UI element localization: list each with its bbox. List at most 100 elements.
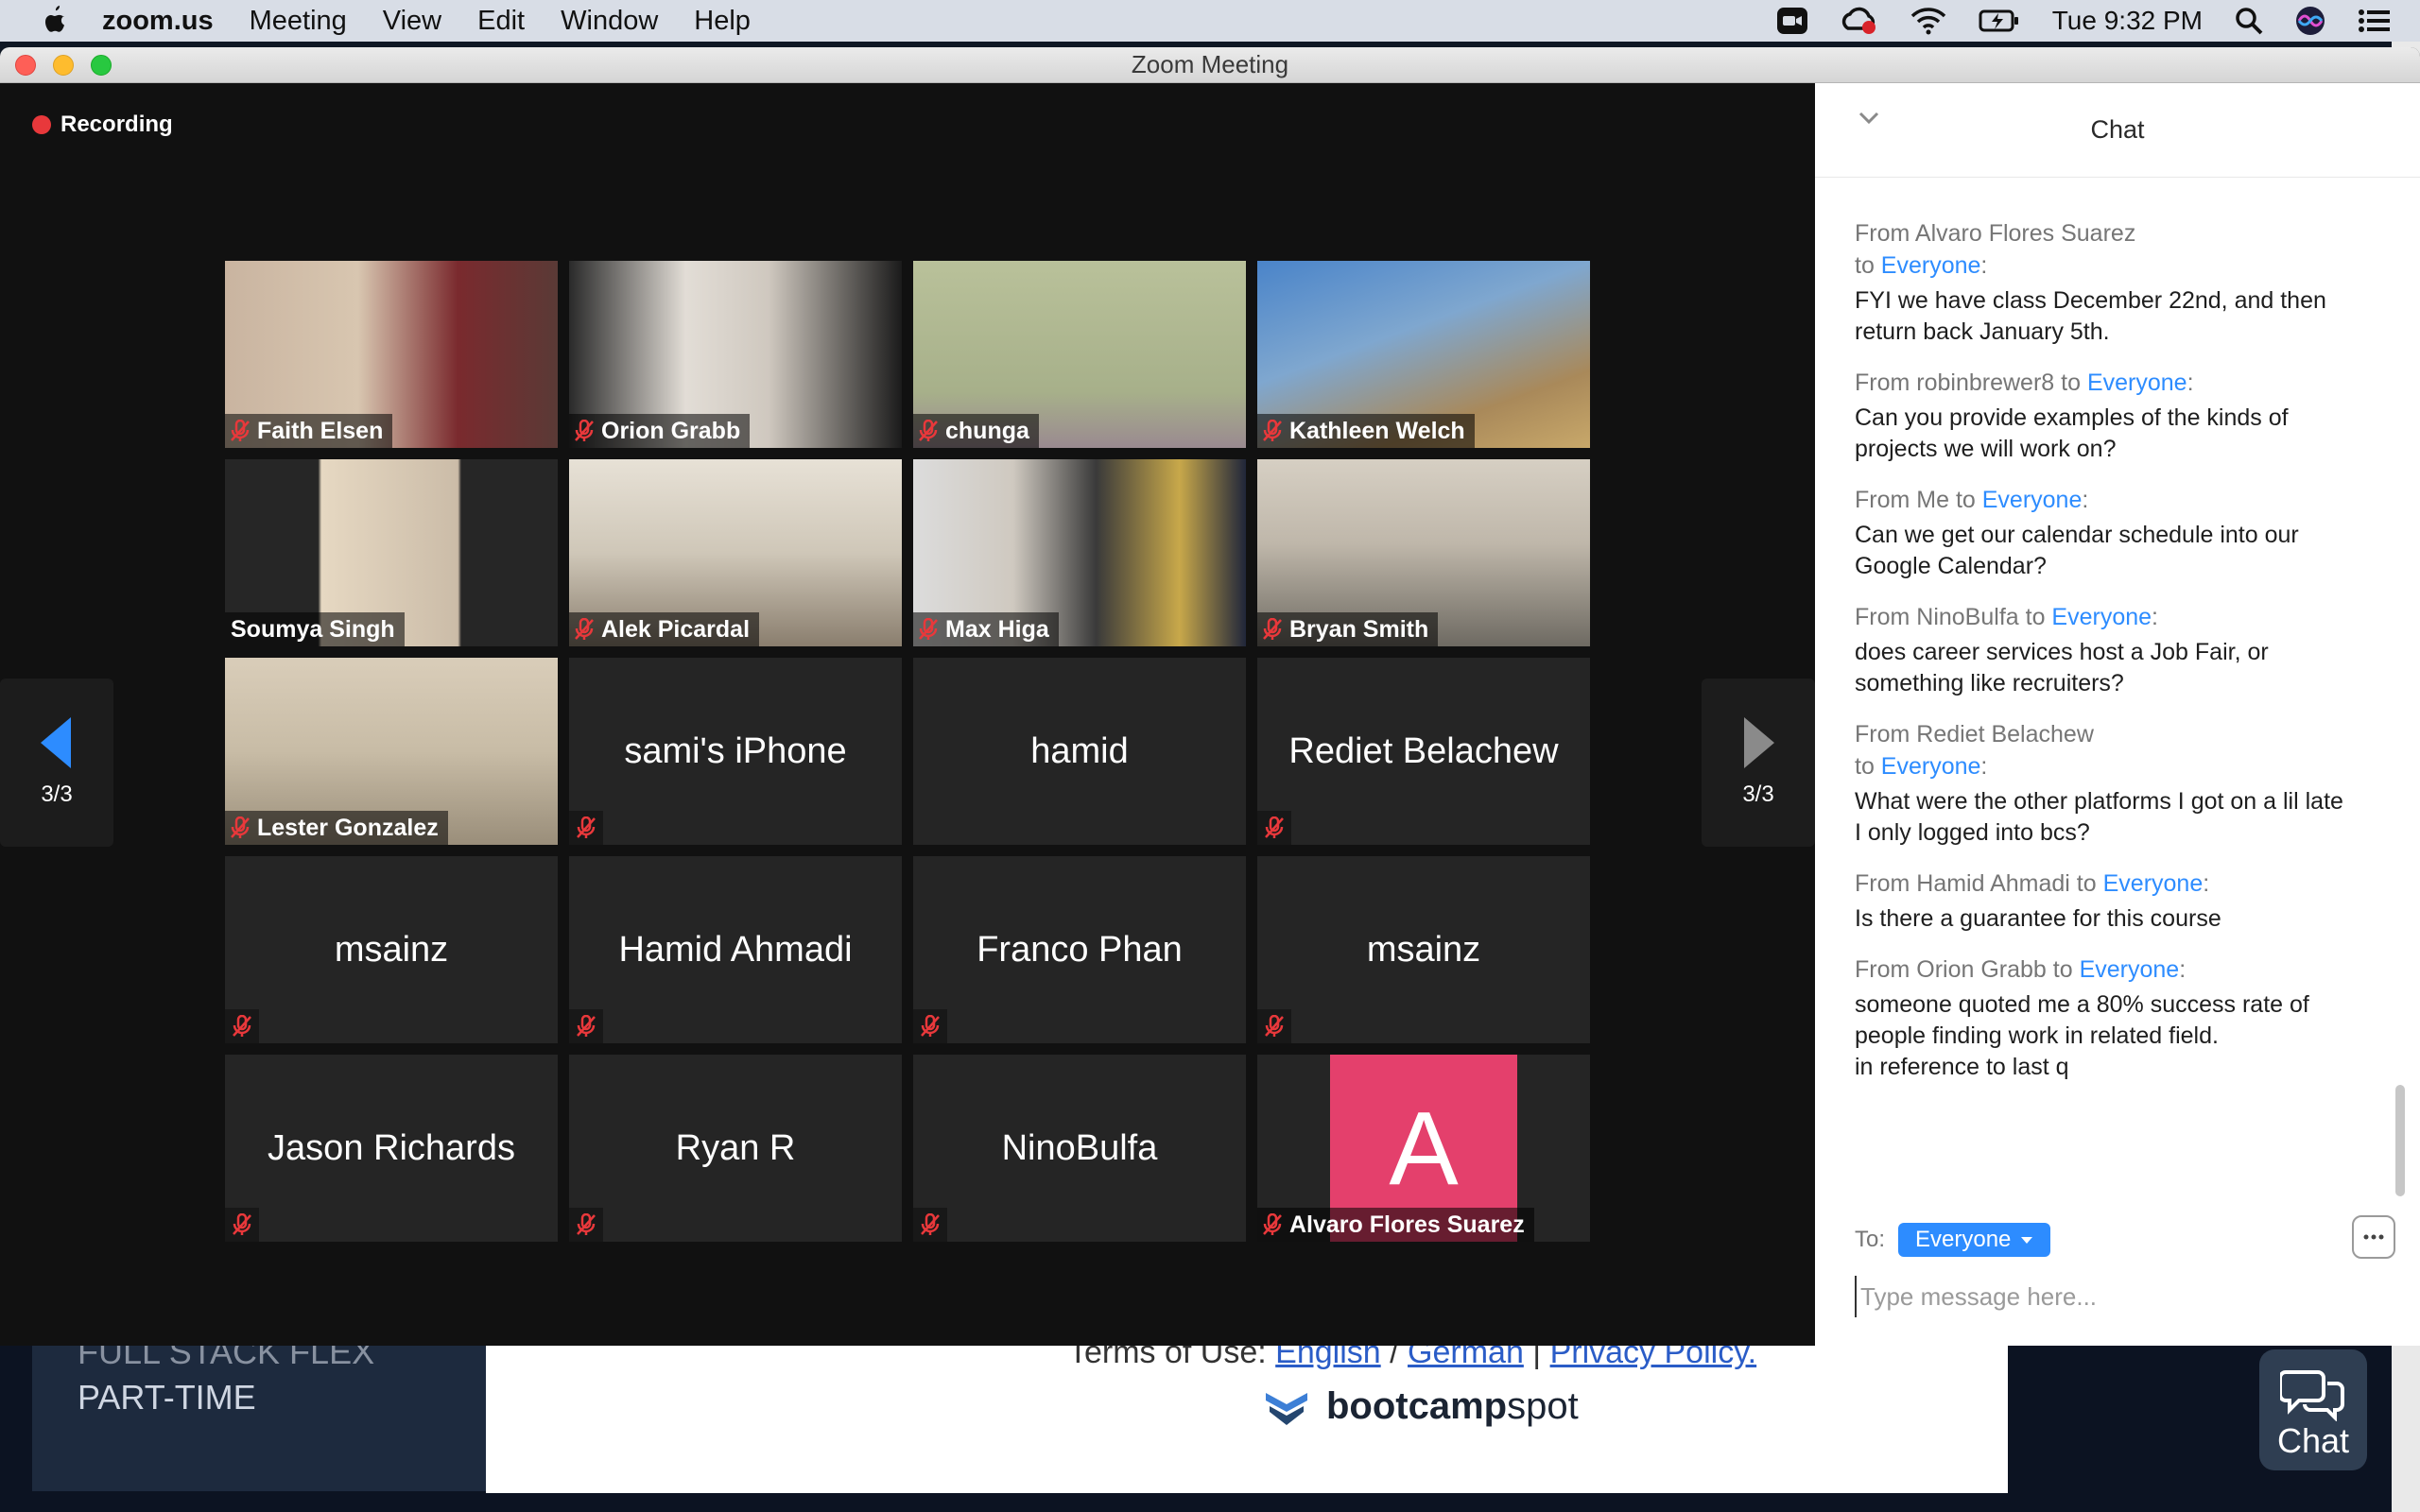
mic-muted-icon [921, 1213, 940, 1235]
participant-tile[interactable]: Ryan R [569, 1055, 902, 1242]
chat-message: From Hamid Ahmadi to Everyone: Is there a… [1855, 868, 2356, 935]
window-close-button[interactable] [15, 55, 36, 76]
previous-page-button[interactable]: 3/3 [0, 679, 113, 847]
mic-muted-icon [1263, 618, 1282, 640]
participant-tile[interactable]: msainz [1257, 856, 1590, 1043]
participant-tile[interactable]: hamid [913, 658, 1246, 845]
participant-tile[interactable]: Rediet Belachew [1257, 658, 1590, 845]
window-zoom-button[interactable] [91, 55, 112, 76]
bootcampspot-logo: bootcampspot [1262, 1382, 1579, 1431]
participant-name-label: Lester Gonzalez [225, 811, 448, 845]
participant-tile[interactable]: chunga [913, 261, 1246, 448]
chat-message-input[interactable]: Type message here... [1855, 1276, 2384, 1317]
chat-bubbles-icon [2280, 1370, 2344, 1421]
chat-message-sender: From robinbrewer8 to Everyone: [1855, 369, 2194, 396]
mic-muted-icon [1265, 816, 1284, 838]
chat-message-text: Can we get our calendar schedule into ou… [1855, 522, 2299, 579]
page-indicator-right: 3/3 [1742, 782, 1774, 807]
participant-tile[interactable]: Franco Phan [913, 856, 1246, 1043]
arrow-right-icon [1744, 717, 1774, 768]
wifi-icon[interactable] [1910, 7, 1946, 35]
logo-text-bold: bootcamp [1326, 1384, 1508, 1427]
chat-message-text: FYI we have class December 22nd, and the… [1855, 287, 2326, 345]
creative-cloud-icon[interactable] [1841, 6, 1878, 36]
recipient-name: Everyone [1981, 487, 2083, 513]
battery-charging-icon[interactable] [1979, 8, 2020, 34]
menubar-clock[interactable]: Tue 9:32 PM [2052, 6, 2203, 36]
chevron-down-icon[interactable] [1858, 112, 1879, 125]
recipient-name: Everyone [1880, 753, 1981, 780]
participant-name: msainz [334, 929, 449, 970]
participant-name-label: Bryan Smith [1257, 612, 1439, 646]
participant-tile[interactable]: Bryan Smith [1257, 459, 1590, 646]
chat-recipient-select[interactable]: Everyone [1898, 1223, 2051, 1257]
logo-text: spot [1507, 1384, 1579, 1427]
apple-menu-icon[interactable] [36, 0, 74, 42]
mute-indicator [913, 1009, 947, 1043]
participant-name: Alvaro Flores Suarez [1289, 1211, 1525, 1238]
participant-tile[interactable]: msainz [225, 856, 558, 1043]
participant-tile[interactable]: Jason Richards [225, 1055, 558, 1242]
mute-indicator [225, 1208, 259, 1242]
chat-more-options-button[interactable] [2352, 1215, 2395, 1259]
chat-message-text: What were the other platforms I got on a… [1855, 788, 2343, 846]
recipient-prefix: to [2046, 956, 2080, 983]
window-title: Zoom Meeting [1131, 50, 1289, 78]
participant-name: Franco Phan [977, 929, 1183, 970]
recipient-name: Everyone [1880, 252, 1981, 279]
participant-name: Bryan Smith [1289, 615, 1429, 643]
menu-app-name[interactable]: zoom.us [102, 6, 214, 37]
mic-muted-icon [577, 1213, 596, 1235]
site-chat-button[interactable]: Chat [2259, 1349, 2367, 1470]
participant-tile[interactable]: Orion Grabb [569, 261, 902, 448]
recipient-name: Everyone [2086, 369, 2187, 396]
recording-indicator[interactable]: Recording [32, 112, 173, 138]
participant-name-label: Soumya Singh [225, 612, 405, 646]
chat-panel: Chat From Alvaro Flores Suarez to Everyon… [1815, 83, 2420, 1346]
participant-tile[interactable]: NinoBulfa [913, 1055, 1246, 1242]
mic-muted-icon [1263, 1213, 1282, 1235]
participant-tile[interactable]: sami's iPhone [569, 658, 902, 845]
participant-tile[interactable]: Hamid Ahmadi [569, 856, 902, 1043]
participant-tile[interactable]: Faith Elsen [225, 261, 558, 448]
menu-help[interactable]: Help [694, 6, 751, 37]
zoom-status-icon[interactable] [1776, 7, 1808, 35]
participant-tile[interactable]: A Alvaro Flores Suarez [1257, 1055, 1590, 1242]
menu-edit[interactable]: Edit [477, 6, 525, 37]
page-indicator-left: 3/3 [41, 782, 73, 807]
course-schedule-label: PART-TIME [78, 1378, 256, 1417]
mic-muted-icon [575, 420, 594, 441]
participant-name: Soumya Singh [231, 615, 395, 643]
menubar-status-area: Tue 9:32 PM [1776, 0, 2392, 42]
window-titlebar[interactable]: Zoom Meeting [0, 47, 2420, 83]
spotlight-search-icon[interactable] [2235, 7, 2263, 35]
participant-tile[interactable]: Lester Gonzalez [225, 658, 558, 845]
bootcampspot-logo-icon [1266, 1393, 1307, 1425]
next-page-button[interactable]: 3/3 [1702, 679, 1815, 847]
menu-window[interactable]: Window [561, 6, 658, 37]
recipient-prefix: to [1855, 252, 1881, 279]
participant-tile[interactable]: Kathleen Welch [1257, 261, 1590, 448]
sender-name: From Orion Grabb [1855, 956, 2047, 983]
recording-dot-icon [32, 115, 51, 134]
chat-message: From robinbrewer8 to Everyone: Can you pr… [1855, 367, 2356, 465]
mute-indicator [569, 811, 603, 845]
participant-name-label: Kathleen Welch [1257, 414, 1475, 448]
participant-name: Jason Richards [268, 1127, 515, 1168]
chat-scrollbar[interactable] [2395, 1085, 2405, 1196]
participant-tile[interactable]: Soumya Singh [225, 459, 558, 646]
window-minimize-button[interactable] [53, 55, 74, 76]
menu-meeting[interactable]: Meeting [250, 6, 347, 37]
mic-muted-icon [233, 1015, 251, 1037]
siri-icon[interactable] [2295, 6, 2325, 36]
recipient-name: Everyone [2051, 604, 2152, 630]
chat-message-text: Can you provide examples of the kinds of… [1855, 404, 2289, 462]
recipient-prefix: to [1855, 753, 1881, 780]
participant-tile[interactable]: Max Higa [913, 459, 1246, 646]
participant-tile[interactable]: Alek Picardal [569, 459, 902, 646]
mic-muted-icon [919, 420, 938, 441]
chat-message-sender: From Alvaro Flores Suarez to Everyone: [1855, 220, 2136, 279]
control-center-icon[interactable] [2358, 8, 2392, 34]
menu-view[interactable]: View [383, 6, 441, 37]
recipient-prefix: to [2069, 870, 2103, 897]
